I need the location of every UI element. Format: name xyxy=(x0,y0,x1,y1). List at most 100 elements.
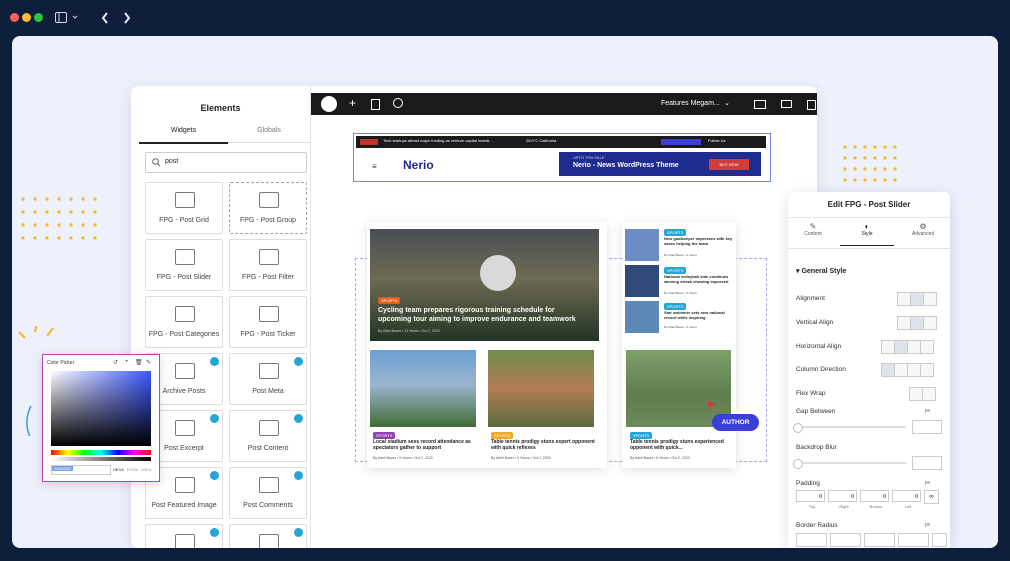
direction-column-reverse-icon[interactable] xyxy=(920,363,934,377)
grid-post-title-1[interactable]: Local stadium sees record attendance as … xyxy=(373,439,477,451)
widget-post-navigation[interactable] xyxy=(229,524,307,548)
align-right-icon[interactable] xyxy=(923,292,937,306)
hue-slider[interactable] xyxy=(51,450,151,455)
grid-post-title-2[interactable]: Table tennis prodigy stuns expert oppone… xyxy=(491,439,595,451)
column-direction-buttons[interactable] xyxy=(881,363,934,377)
color-picker[interactable]: Color Picker ↺ + 🗑 ✎ #A0A0A0 HEXA RGBA H… xyxy=(42,354,160,482)
padding-right-input[interactable]: 0 xyxy=(828,490,857,502)
nowrap-icon[interactable] xyxy=(909,387,923,401)
close-window-dot[interactable] xyxy=(10,13,19,22)
widget-author-box[interactable] xyxy=(145,524,223,548)
tab-style[interactable]: ◐ Style xyxy=(840,222,894,246)
nav-arrows-icon[interactable] xyxy=(101,12,135,24)
widget-post-group[interactable]: FPG - Post Group xyxy=(229,182,307,234)
widget-post-comments[interactable]: Post Comments xyxy=(229,467,307,519)
flex-wrap-buttons[interactable] xyxy=(909,387,936,401)
link-icon[interactable] xyxy=(932,533,947,547)
vertical-align-buttons[interactable] xyxy=(897,316,937,330)
slider-handle[interactable] xyxy=(793,423,803,433)
radius-input[interactable] xyxy=(796,533,827,547)
side-post-title-1[interactable]: New goalkeeper impresses with key saves … xyxy=(664,236,734,246)
justify-between-icon[interactable] xyxy=(920,340,934,354)
unit-px[interactable]: px xyxy=(925,480,930,486)
radius-input[interactable] xyxy=(864,533,895,547)
page-select[interactable]: Features Megam... xyxy=(661,100,720,107)
widget-post-categories[interactable]: FPG - Post Categories xyxy=(145,296,223,348)
padding-bottom-input[interactable]: 0 xyxy=(860,490,889,502)
gap-slider[interactable] xyxy=(793,423,906,433)
align-left-icon[interactable] xyxy=(897,292,911,306)
right-post-title[interactable]: Table tennis prodigy stuns experienced o… xyxy=(630,439,732,451)
sidebar-toggle-icon[interactable] xyxy=(55,12,81,24)
search-input[interactable]: post xyxy=(145,152,307,173)
featured-post[interactable]: SPORTS Cycling team prepares rigorous tr… xyxy=(370,229,599,341)
padding-inputs[interactable]: 0 0 0 0 ∞ xyxy=(796,490,939,504)
delete-icon[interactable]: 🗑 xyxy=(135,359,143,366)
reset-icon[interactable]: ↺ xyxy=(113,359,118,366)
featured-title[interactable]: Cycling team prepares rigorous training … xyxy=(378,306,588,324)
unit-px[interactable]: px xyxy=(925,522,930,528)
menu-icon[interactable]: ≡ xyxy=(372,162,377,171)
side-post-image-1[interactable] xyxy=(625,229,659,261)
section-general-style[interactable]: ▾ General Style xyxy=(796,267,846,275)
border-radius-inputs[interactable] xyxy=(796,533,947,547)
add-element-icon[interactable]: + xyxy=(349,96,356,110)
grid-post-image-2[interactable] xyxy=(488,350,594,427)
align-bottom-icon[interactable] xyxy=(923,316,937,330)
author-badge[interactable]: AUTHOR xyxy=(712,414,759,431)
site-header-preview[interactable]: Tech startups attract major funding as v… xyxy=(353,133,771,182)
eyedropper-icon[interactable]: ✎ xyxy=(146,359,151,366)
wrap-icon[interactable] xyxy=(922,387,936,401)
blur-slider[interactable] xyxy=(793,459,906,469)
hex-input[interactable]: #A0A0A0 xyxy=(51,465,111,475)
mode-hsla[interactable]: HSLA xyxy=(141,467,151,472)
widget-post-filter[interactable]: FPG - Post Filter xyxy=(229,239,307,291)
laptop-icon[interactable] xyxy=(781,100,792,108)
widget-post-ticker[interactable]: FPG - Post Ticker xyxy=(229,296,307,348)
blur-input[interactable] xyxy=(912,456,942,470)
mode-rgba[interactable]: RGBA xyxy=(127,467,138,472)
align-top-icon[interactable] xyxy=(897,316,911,330)
side-post-title-3[interactable]: Star swimmer sets new national record wh… xyxy=(664,310,734,320)
news-list-card[interactable]: SPORTS New goalkeeper impresses with key… xyxy=(622,222,736,468)
maximize-window-dot[interactable] xyxy=(34,13,43,22)
radius-input[interactable] xyxy=(830,533,861,547)
color-saturation-area[interactable] xyxy=(51,371,151,446)
page-icon[interactable] xyxy=(371,99,380,110)
direction-row-reverse-icon[interactable] xyxy=(907,363,921,377)
align-middle-icon[interactable] xyxy=(910,316,924,330)
add-icon[interactable]: + xyxy=(125,359,129,365)
direction-row-icon[interactable] xyxy=(881,363,895,377)
widget-post-slider[interactable]: FPG - Post Slider xyxy=(145,239,223,291)
tab-advanced[interactable]: ⚙ Advanced xyxy=(896,222,950,237)
tablet-icon[interactable] xyxy=(807,100,816,110)
unit-px[interactable]: px xyxy=(925,408,930,414)
widget-post-grid[interactable]: FPG - Post Grid xyxy=(145,182,223,234)
horizontal-align-buttons[interactable] xyxy=(881,340,934,354)
gap-input[interactable] xyxy=(912,420,942,434)
minimize-window-dot[interactable] xyxy=(22,13,31,22)
widget-post-meta[interactable]: Post Meta xyxy=(229,353,307,405)
tab-globals[interactable]: Globals xyxy=(228,122,310,143)
news-grid-card[interactable]: SPORTS Cycling team prepares rigorous tr… xyxy=(367,222,607,468)
widget-post-content[interactable]: Post Content xyxy=(229,410,307,462)
grid-post-image-1[interactable] xyxy=(370,350,476,427)
align-center-icon[interactable] xyxy=(910,292,924,306)
justify-start-icon[interactable] xyxy=(881,340,895,354)
justify-end-icon[interactable] xyxy=(907,340,921,354)
side-post-title-2[interactable]: National volleyball side continues winni… xyxy=(664,274,734,284)
buy-now-button[interactable]: BUY NOW xyxy=(709,159,749,170)
slider-handle[interactable] xyxy=(793,459,803,469)
tab-content[interactable]: ✎ Content xyxy=(788,222,838,237)
side-post-image-2[interactable] xyxy=(625,265,659,297)
site-logo[interactable]: Nerio xyxy=(403,158,434,172)
mode-hexa[interactable]: HEXA xyxy=(113,467,124,472)
promo-banner[interactable]: UPTO 70% SALE Nerio - News WordPress The… xyxy=(559,152,761,176)
chevron-down-icon[interactable]: ⌄ xyxy=(724,99,730,107)
alignment-buttons[interactable] xyxy=(897,292,937,306)
radius-input[interactable] xyxy=(898,533,929,547)
direction-column-icon[interactable] xyxy=(894,363,908,377)
side-post-image-3[interactable] xyxy=(625,301,659,333)
tab-widgets[interactable]: Widgets xyxy=(139,122,228,144)
elementor-logo-icon[interactable] xyxy=(321,96,337,112)
